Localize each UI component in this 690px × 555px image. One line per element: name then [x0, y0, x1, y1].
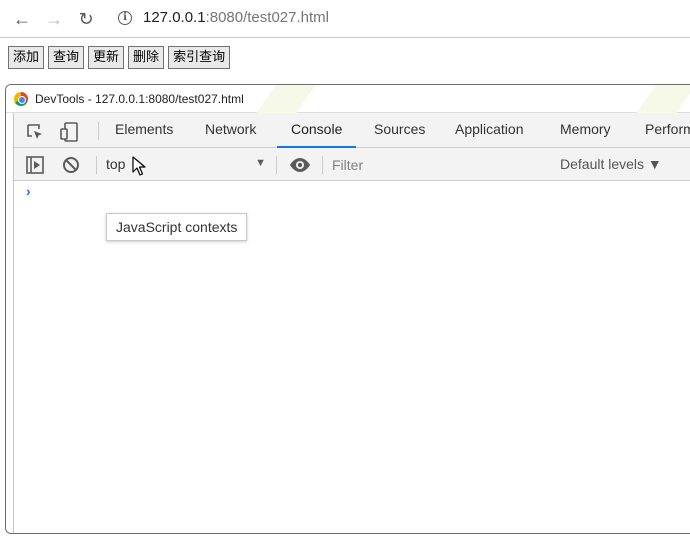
device-toolbar-icon[interactable]: [59, 122, 81, 147]
tab-application[interactable]: Application: [455, 113, 524, 148]
tab-memory[interactable]: Memory: [560, 113, 611, 148]
clear-console-icon[interactable]: [61, 155, 81, 180]
toolbar-separator: [322, 156, 323, 174]
query-button[interactable]: 查询: [48, 46, 85, 69]
toolbar-separator: [98, 122, 99, 140]
add-button[interactable]: 添加: [8, 46, 45, 69]
tab-elements[interactable]: Elements: [115, 113, 173, 148]
tab-console[interactable]: Console: [277, 113, 357, 148]
url-field[interactable]: 127.0.0.1:8080/test027.html: [143, 9, 329, 26]
mouse-pointer-icon: [132, 156, 146, 181]
devtools-window: DevTools - 127.0.0.1:8080/test027.html E…: [5, 84, 690, 534]
devtools-tab-bar: Elements Network Console Sources Applica…: [14, 113, 690, 148]
console-toolbar: top ▼ Default levels ▼: [14, 148, 690, 181]
index-query-button[interactable]: 索引查询: [168, 46, 231, 69]
filter-input[interactable]: [332, 155, 532, 175]
context-value: top: [106, 156, 126, 172]
toolbar-separator: [276, 156, 277, 174]
title-stripe: [636, 85, 690, 113]
title-stripe: [256, 85, 316, 113]
devtools-panel: Elements Network Console Sources Applica…: [13, 113, 690, 533]
show-sidebar-icon[interactable]: [25, 155, 45, 180]
toolbar-separator: [96, 156, 97, 174]
devtools-window-title: DevTools - 127.0.0.1:8080/test027.html: [35, 92, 244, 106]
browser-address-bar: ← → ↻ i 127.0.0.1:8080/test027.html: [0, 0, 690, 38]
reload-icon[interactable]: ↻: [76, 9, 96, 29]
inspect-element-icon[interactable]: [25, 122, 45, 147]
update-button[interactable]: 更新: [88, 46, 125, 69]
console-prompt-icon[interactable]: ›: [26, 183, 31, 199]
url-host: 127.0.0.1: [143, 9, 206, 26]
log-levels-dropdown[interactable]: Default levels ▼: [560, 156, 662, 172]
back-arrow-icon[interactable]: ←: [12, 9, 32, 29]
tab-network[interactable]: Network: [205, 113, 256, 148]
tab-performance[interactable]: Perform: [645, 113, 690, 148]
devtools-titlebar: DevTools - 127.0.0.1:8080/test027.html: [6, 85, 690, 113]
chevron-down-icon: ▼: [255, 157, 266, 169]
delete-button[interactable]: 删除: [128, 46, 165, 69]
context-tooltip: JavaScript contexts: [106, 213, 248, 241]
page-button-row: 添加 查询 更新 删除 索引查询: [8, 46, 231, 70]
context-selector[interactable]: top ▼: [98, 148, 274, 181]
url-path: :8080/test027.html: [205, 9, 329, 26]
live-expression-eye-icon[interactable]: [289, 155, 311, 180]
tab-sources[interactable]: Sources: [374, 113, 425, 148]
info-icon[interactable]: i: [118, 11, 132, 25]
chrome-logo-icon: [14, 92, 28, 106]
forward-arrow-icon[interactable]: →: [44, 9, 64, 29]
